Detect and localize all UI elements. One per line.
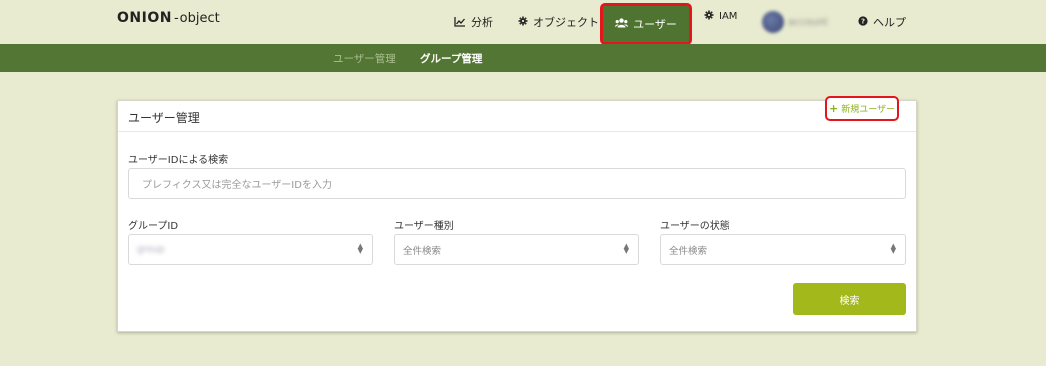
logo-brand: ONION — [117, 10, 172, 26]
new-user-label: 新規ユーザー — [841, 105, 896, 115]
user-search-panel: ユーザー管理 + 新規ユーザー ユーザーIDによる検索 プレフィクス又は完全なユ… — [117, 96, 917, 332]
users-icon — [615, 18, 629, 30]
user-type-label: ユーザー種別 — [394, 221, 454, 232]
group-id-label: グループID — [128, 221, 179, 232]
plus-icon: + — [828, 102, 839, 115]
tab-group-management[interactable]: グループ管理 — [420, 44, 482, 72]
app-logo[interactable]: ONION - object — [117, 9, 220, 27]
logo-sub: object — [179, 10, 220, 26]
top-header: ONION - object 分析 オブジェクト ユーザー IAM accoun… — [0, 0, 1046, 45]
user-id-search-placeholder: プレフィクス又は完全なユーザーIDを入力 — [142, 180, 332, 191]
nav-help[interactable]: ? ヘルプ — [858, 0, 906, 44]
svg-text:?: ? — [861, 18, 865, 26]
user-type-select[interactable]: 全件検索 ▲ ▼ — [394, 234, 639, 265]
user-status-select[interactable]: 全件検索 ▲ ▼ — [660, 234, 906, 265]
gear-icon — [518, 16, 528, 28]
nav-user-label: ユーザー — [633, 18, 677, 31]
user-status-label: ユーザーの状態 — [660, 221, 730, 232]
avatar — [762, 11, 784, 33]
gear-icon — [704, 10, 714, 22]
question-circle-icon: ? — [858, 16, 868, 28]
tab-user-management[interactable]: ユーザー管理 — [333, 44, 396, 72]
nav-account[interactable]: account — [762, 0, 828, 44]
nav-help-label: ヘルプ — [873, 16, 906, 29]
select-arrows-icon: ▲ ▼ — [357, 242, 363, 255]
user-status-value: 全件検索 — [669, 245, 708, 257]
search-button[interactable]: 検索 — [793, 283, 906, 315]
panel-header: ユーザー管理 + 新規ユーザー — [118, 96, 916, 132]
logo-dash: - — [173, 10, 179, 26]
search-by-id-label: ユーザーIDによる検索 — [128, 155, 229, 166]
group-id-value: group — [137, 244, 165, 255]
nav-object[interactable]: オブジェクト — [518, 0, 599, 44]
select-arrows-icon: ▲ ▼ — [623, 242, 629, 255]
nav-analysis-label: 分析 — [471, 16, 493, 29]
nav-user[interactable]: ユーザー — [600, 3, 692, 45]
account-name: account — [788, 16, 828, 28]
nav-object-label: オブジェクト — [533, 16, 599, 29]
user-type-value: 全件検索 — [403, 245, 442, 257]
nav-analysis[interactable]: 分析 — [454, 0, 493, 44]
sub-navigation: ユーザー管理 グループ管理 — [0, 44, 1046, 72]
select-arrows-icon: ▲ ▼ — [890, 242, 896, 255]
new-user-button[interactable]: + 新規ユーザー — [825, 96, 899, 121]
panel-title: ユーザー管理 — [128, 111, 200, 125]
nav-iam[interactable]: IAM — [704, 0, 737, 38]
chart-line-icon — [454, 16, 466, 29]
nav-iam-label: IAM — [719, 10, 738, 22]
user-id-search-input[interactable]: プレフィクス又は完全なユーザーIDを入力 — [128, 168, 906, 199]
group-id-select[interactable]: group ▲ ▼ — [128, 234, 373, 265]
